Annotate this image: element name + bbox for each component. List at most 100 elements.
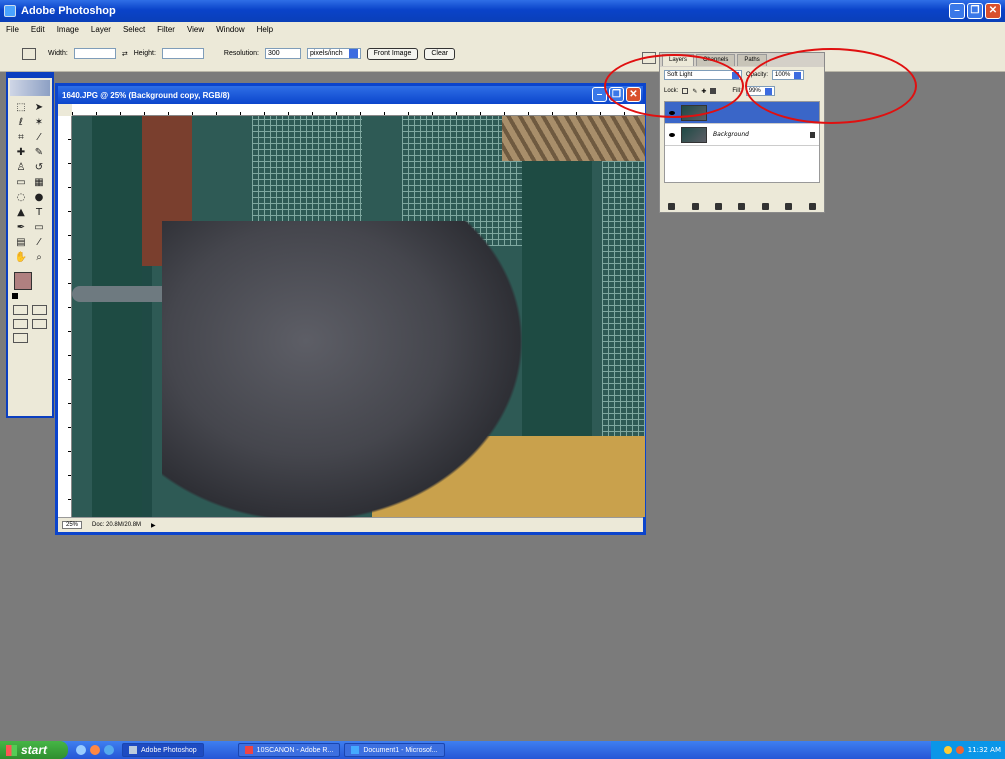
path-select-icon[interactable]: ▲ <box>13 207 29 219</box>
crop-tool-icon[interactable] <box>22 47 36 60</box>
vertical-ruler <box>58 116 72 517</box>
acrobat-icon <box>244 746 253 754</box>
eraser-tool-icon[interactable]: ▭ <box>13 177 29 189</box>
screen-mode-icon[interactable] <box>13 319 28 329</box>
new-layer-icon[interactable] <box>785 202 793 210</box>
crop-tool-icon[interactable]: ⌗ <box>13 132 29 144</box>
clear-button[interactable]: Clear <box>424 47 456 60</box>
show-desktop-icon[interactable] <box>104 745 114 755</box>
photoshop-icon <box>129 746 137 754</box>
app-titlebar: Adobe Photoshop – ❐ ✕ <box>0 0 1005 22</box>
layer-name: Background <box>713 131 749 138</box>
tray-icon[interactable] <box>943 746 952 754</box>
task-photoshop[interactable]: Adobe Photoshop <box>122 743 204 757</box>
history-brush-icon[interactable]: ↺ <box>31 162 47 174</box>
window-controls: – ❐ ✕ <box>949 3 1001 19</box>
task-word[interactable]: Document1 - Microsof... <box>344 743 445 757</box>
link-layers-icon[interactable] <box>668 202 676 210</box>
task-label: 10SCANON - Adobe R... <box>256 746 334 754</box>
units-select[interactable]: pixels/inch <box>306 48 361 59</box>
layer-style-icon[interactable] <box>691 202 699 210</box>
pen-tool-icon[interactable]: ✒ <box>13 222 29 234</box>
task-adobe-reader[interactable]: 10SCANON - Adobe R... <box>237 743 341 757</box>
menu-help[interactable]: Help <box>257 25 273 34</box>
width-input[interactable] <box>73 48 116 59</box>
trash-icon[interactable] <box>808 202 816 210</box>
image-canvas[interactable] <box>72 116 645 517</box>
new-group-icon[interactable] <box>761 202 769 210</box>
zoom-tool-icon[interactable]: ⌕ <box>31 252 47 264</box>
foreground-color-swatch[interactable] <box>14 272 32 290</box>
layers-footer <box>660 200 824 212</box>
menu-view[interactable]: View <box>187 25 204 34</box>
ie-icon[interactable] <box>76 745 86 755</box>
start-label: start <box>21 743 48 757</box>
word-icon <box>351 746 360 754</box>
windows-taskbar: start Adobe Photoshop 10SCANON - Adobe R… <box>0 741 1005 759</box>
menu-image[interactable]: Image <box>57 25 79 34</box>
height-input[interactable] <box>161 48 204 59</box>
visibility-eye-icon[interactable] <box>669 132 675 137</box>
chevron-down-icon <box>348 49 358 58</box>
dodge-tool-icon[interactable]: ● <box>31 192 47 204</box>
layer-row-background[interactable]: Background <box>665 124 819 146</box>
annotation-circle-blend-mode <box>604 54 744 118</box>
eyedropper-icon[interactable]: ⁄ <box>31 237 47 249</box>
fullscreen-mode-icon[interactable] <box>32 319 47 329</box>
quick-mask-icon[interactable] <box>32 305 47 315</box>
tray-icon[interactable] <box>955 746 964 754</box>
resolution-input[interactable] <box>264 48 301 59</box>
standard-mode-icon[interactable] <box>13 305 28 315</box>
gradient-tool-icon[interactable]: ▦ <box>31 177 47 189</box>
clone-stamp-icon[interactable]: ♙ <box>13 162 29 174</box>
menu-select[interactable]: Select <box>123 25 145 34</box>
marquee-tool-icon[interactable]: ⬚ <box>13 102 29 114</box>
menu-edit[interactable]: Edit <box>31 25 45 34</box>
task-label: Adobe Photoshop <box>141 746 197 754</box>
slice-tool-icon[interactable]: ⁄ <box>31 132 47 144</box>
status-menu-icon[interactable]: ▶ <box>151 522 156 529</box>
add-mask-icon[interactable] <box>715 202 723 210</box>
annotation-circle-opacity <box>745 48 917 124</box>
task-label: Document1 - Microsof... <box>363 746 438 754</box>
restore-button[interactable]: ❐ <box>967 3 983 19</box>
firefox-icon[interactable] <box>90 745 100 755</box>
resolution-label: Resolution: <box>223 50 259 57</box>
magic-wand-tool-icon[interactable]: ✶ <box>31 117 47 129</box>
quick-launch <box>76 745 114 755</box>
shape-tool-icon[interactable]: ▭ <box>31 222 47 234</box>
menu-filter[interactable]: Filter <box>157 25 175 34</box>
gorilla <box>162 221 522 517</box>
healing-brush-icon[interactable]: ✚ <box>13 147 29 159</box>
minimize-button[interactable]: – <box>949 3 965 19</box>
front-image-button[interactable]: Front Image <box>366 47 419 60</box>
mode-buttons <box>8 299 52 349</box>
brush-tool-icon[interactable]: ✎ <box>31 147 47 159</box>
jump-to-imageready-icon[interactable] <box>13 333 28 343</box>
layer-lock-icon <box>810 131 815 138</box>
start-button[interactable]: start <box>0 741 68 759</box>
wire-mesh <box>602 156 645 456</box>
notes-tool-icon[interactable]: ▤ <box>13 237 29 249</box>
height-label: Height: <box>133 50 156 57</box>
hand-tool-icon[interactable]: ✋ <box>13 252 29 264</box>
adjustment-layer-icon[interactable] <box>738 202 746 210</box>
toolbox-logo <box>10 80 50 96</box>
menu-file[interactable]: File <box>6 25 19 34</box>
horizontal-ruler <box>72 104 645 116</box>
swap-icon[interactable]: ⇄ <box>122 50 128 58</box>
rope <box>502 116 645 161</box>
document-window: 1640.JPG @ 25% (Background copy, RGB/8) … <box>55 83 646 535</box>
zoom-field[interactable]: 25% <box>62 521 83 529</box>
type-tool-icon[interactable]: T <box>31 207 47 219</box>
lasso-tool-icon[interactable]: ℓ <box>13 117 29 129</box>
menu-layer[interactable]: Layer <box>91 25 111 34</box>
blur-tool-icon[interactable]: ◌ <box>13 192 29 204</box>
clock: 11:32 AM <box>967 746 1001 754</box>
app-title: Adobe Photoshop <box>21 5 116 17</box>
fence-post <box>92 116 142 517</box>
move-tool-icon[interactable]: ➤ <box>31 102 47 114</box>
close-button[interactable]: ✕ <box>985 3 1001 19</box>
menu-window[interactable]: Window <box>216 25 244 34</box>
menu-bar: File Edit Image Layer Select Filter View… <box>0 22 1005 36</box>
